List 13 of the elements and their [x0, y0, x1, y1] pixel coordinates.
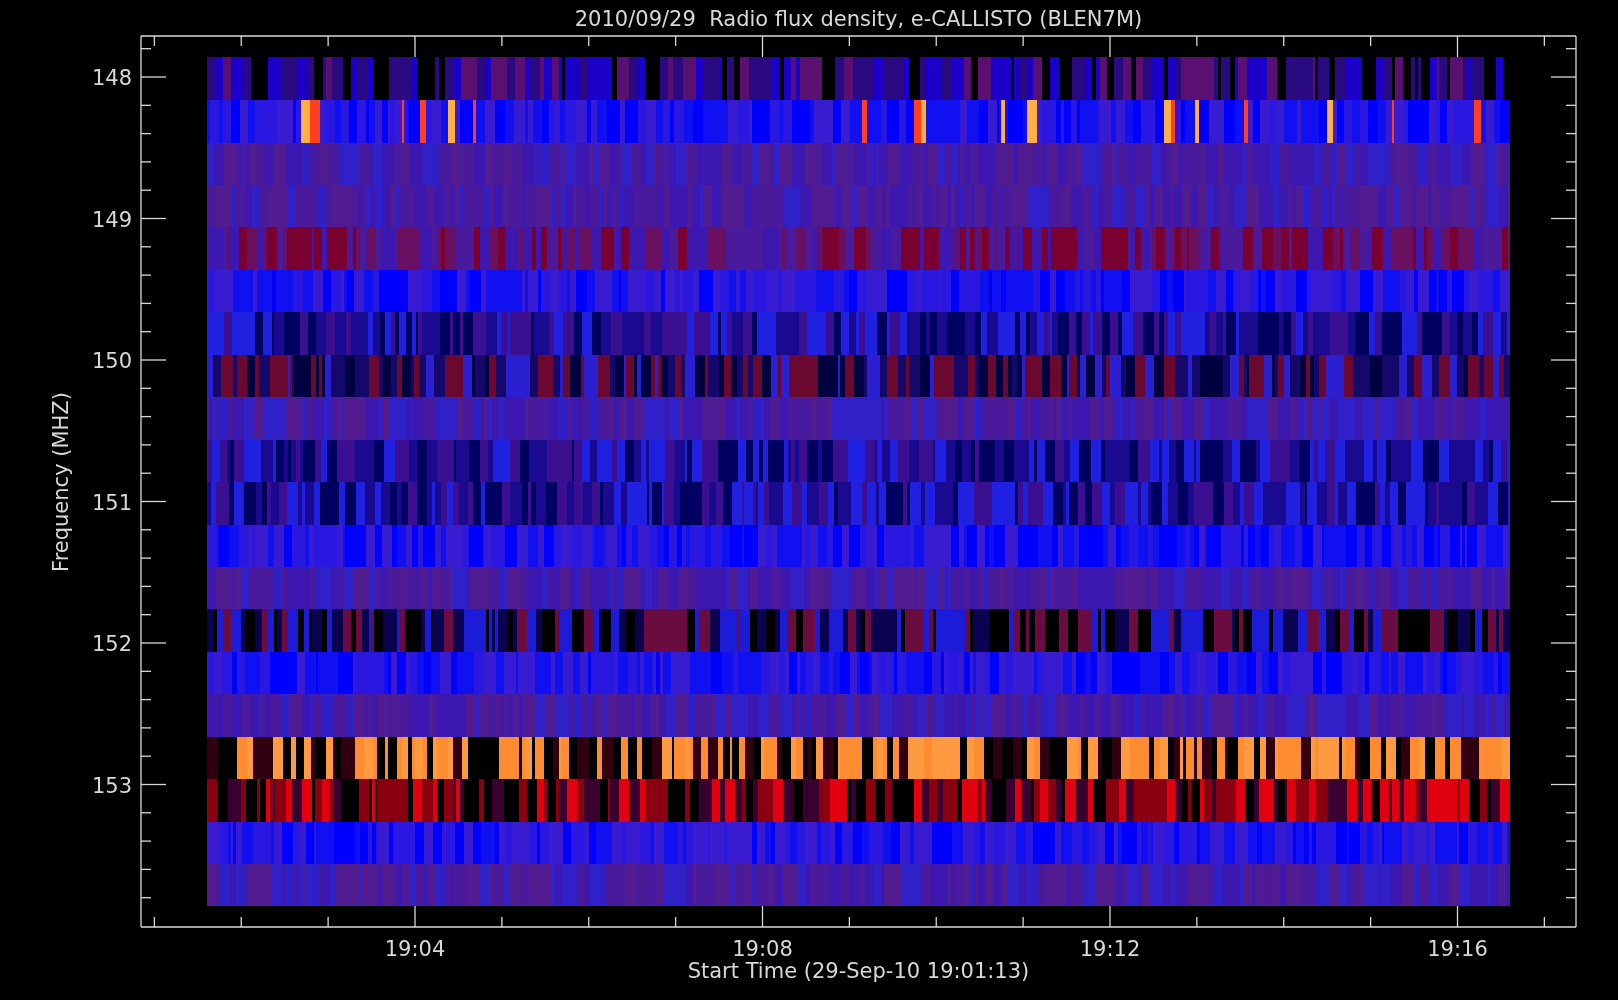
x-tick-label: 19:08	[732, 937, 793, 961]
y-tick-label: 152	[91, 632, 132, 656]
plot-title: 2010/09/29 Radio flux density, e-CALLISTO (BLEN7M)	[574, 7, 1143, 31]
y-tick-label: 153	[91, 773, 132, 798]
x-axis-label: Start Time (29-Sep-10 19:01:13)	[687, 959, 1030, 983]
y-axis-label: Frequency (MHZ)	[49, 392, 73, 572]
y-tick-label: 151	[91, 490, 132, 515]
y-tick-label: 149	[91, 207, 132, 232]
x-tick-label: 19:16	[1427, 937, 1488, 961]
y-tick-label: 148	[91, 66, 132, 90]
x-tick-label: 19:04	[384, 937, 446, 961]
x-tick-label: 19:12	[1079, 937, 1141, 961]
y-tick-label: 150	[91, 349, 132, 373]
